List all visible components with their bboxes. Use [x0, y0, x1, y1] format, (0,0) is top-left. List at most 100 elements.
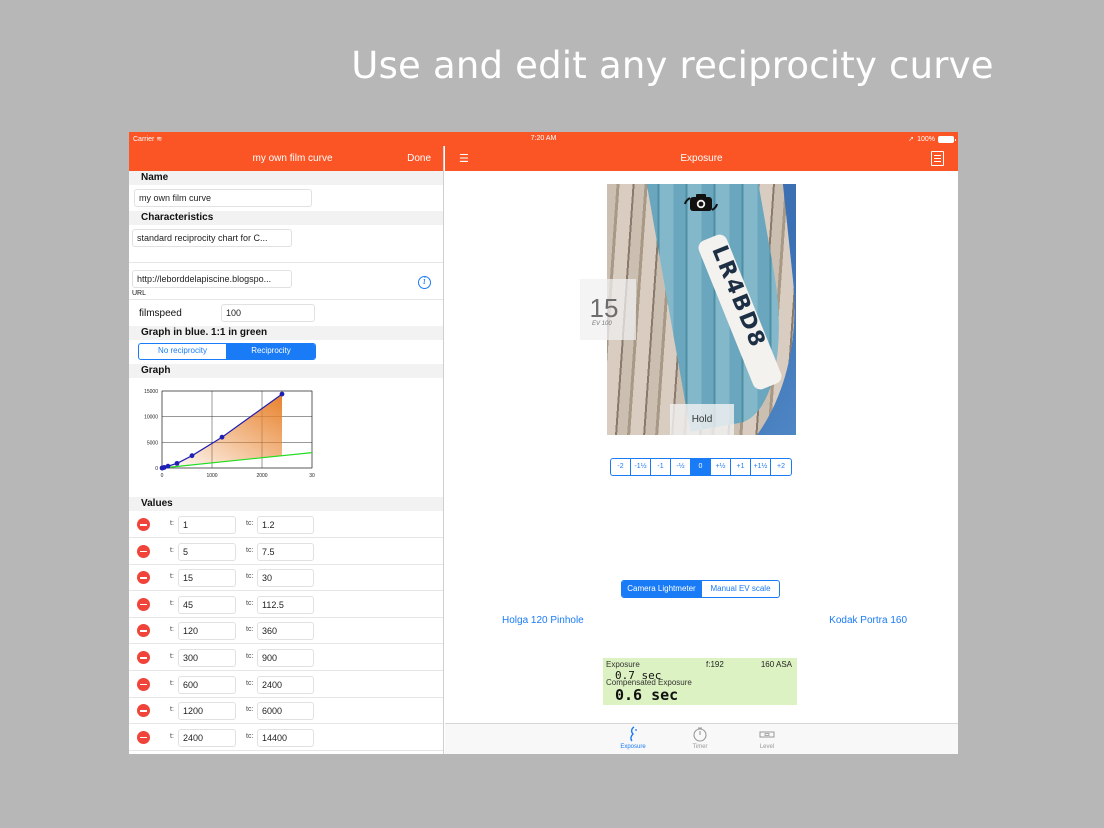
t-label: t:: [170, 599, 174, 607]
delete-row-icon[interactable]: [137, 704, 150, 718]
tc-field[interactable]: 360: [257, 622, 314, 641]
tc-field[interactable]: 900: [257, 649, 314, 667]
ev-step-option[interactable]: -1: [651, 459, 671, 475]
ev-step-option[interactable]: -2: [611, 459, 631, 475]
delete-row-icon[interactable]: [137, 730, 150, 744]
t-label: t:: [170, 653, 174, 660]
ev-step-option[interactable]: +2: [771, 459, 791, 475]
value-row: t: 5 tc: 7.5: [129, 538, 443, 565]
tab-level[interactable]: Level: [747, 726, 787, 750]
tc-field[interactable]: 112.5: [257, 595, 314, 614]
t-label: t:: [170, 732, 174, 740]
camera-selector[interactable]: Holga 120 Pinhole: [502, 615, 584, 626]
y-tick-label: 5000: [147, 440, 158, 446]
battery-indicator: ➚ 100%: [908, 135, 956, 143]
ev-step-option[interactable]: -½: [671, 459, 691, 475]
url-label: URL: [132, 290, 147, 297]
promo-headline: Use and edit any reciprocity curve: [351, 44, 994, 87]
t-field[interactable]: 600: [178, 675, 236, 694]
notes-icon[interactable]: [931, 151, 944, 166]
t-field[interactable]: 1200: [178, 702, 236, 721]
ev-step-option[interactable]: +½: [711, 459, 731, 475]
hold-button[interactable]: Hold: [670, 404, 734, 435]
t-field[interactable]: 2400: [178, 728, 236, 747]
ev-step-option[interactable]: 0: [691, 459, 711, 475]
name-field[interactable]: my own film curve: [134, 189, 312, 207]
exposure-label: Exposure: [606, 660, 640, 669]
t-field[interactable]: 5: [178, 542, 236, 561]
aperture-value: f:192: [706, 660, 724, 669]
battery-percent: 100%: [917, 135, 935, 143]
exposure-icon: [630, 726, 637, 742]
x-tick-label: 2000: [256, 473, 267, 479]
x-tick-label: 30: [309, 473, 315, 479]
characteristics-field[interactable]: standard reciprocity chart for C...: [132, 229, 292, 247]
y-tick-label: 0: [155, 466, 158, 472]
asa-value: 160 ASA: [760, 660, 792, 669]
ipad-screen: Carrier ≋ 7:20 AM ➚ 100% my own film cur…: [129, 132, 958, 754]
delete-row-icon[interactable]: [137, 597, 150, 611]
value-row: t: 15 tc: 30: [129, 564, 443, 592]
y-tick-label: 15000: [144, 389, 158, 395]
delete-row-icon[interactable]: [137, 624, 150, 638]
t-field[interactable]: 15: [178, 569, 236, 588]
tc-field[interactable]: 2400: [257, 675, 314, 694]
tc-label: tc:: [246, 679, 254, 687]
tab-timer-label: Timer: [692, 744, 708, 750]
delete-row-icon[interactable]: [137, 571, 150, 585]
ev-overlay: 15 EV 100: [580, 279, 636, 340]
t-field[interactable]: 1: [178, 516, 236, 534]
film-selector[interactable]: Kodak Portra 160: [829, 615, 907, 626]
t-field[interactable]: 300: [178, 649, 236, 667]
t-field[interactable]: 120: [178, 622, 236, 641]
meter-mode-segment: Camera Lightmeter Manual EV scale: [621, 580, 780, 598]
done-button[interactable]: Done: [407, 153, 431, 164]
info-icon[interactable]: i: [418, 276, 431, 289]
ev-subtitle: EV 100: [592, 321, 612, 327]
url-field[interactable]: http://leborddelapiscine.blogspo...: [132, 270, 292, 288]
data-point: [165, 463, 171, 469]
switch-camera-icon[interactable]: [683, 191, 719, 213]
tc-field[interactable]: 14400: [257, 728, 314, 747]
delete-row-icon[interactable]: [137, 677, 150, 691]
tc-field[interactable]: 1.2: [257, 516, 314, 534]
tab-bar: Exposure Timer Level: [445, 723, 958, 754]
graph-mode-row: No reciprocity Reciprocity: [129, 340, 443, 364]
tab-timer[interactable]: Timer: [680, 726, 720, 750]
values-list: t: 1 tc: 1.2 t: 5 tc: 7.5 t: 15 tc: 30 t: 45 tc: 112.5 t…: [129, 511, 443, 754]
status-bar: Carrier ≋ 7:20 AM ➚ 100%: [129, 132, 958, 146]
ev-step-option[interactable]: -1½: [631, 459, 651, 475]
filmspeed-row: filmspeed 100: [129, 300, 443, 326]
delete-row-icon[interactable]: [137, 518, 150, 531]
filmspeed-field[interactable]: 100: [221, 304, 315, 322]
reciprocity-chart: 0 5000 10000 15000 0 1000 2000 30: [144, 389, 315, 479]
tc-field[interactable]: 6000: [257, 702, 314, 721]
reciprocity-toggle: No reciprocity Reciprocity: [138, 343, 316, 360]
x-tick-label: 1000: [206, 473, 217, 479]
value-row: t: 120 tc: 360: [129, 617, 443, 645]
no-reciprocity-option[interactable]: No reciprocity: [139, 344, 227, 359]
value-row: t: 2400 tc: 14400: [129, 724, 443, 751]
characteristics-row: standard reciprocity chart for C...: [129, 225, 443, 263]
data-point: [189, 453, 195, 459]
ev-step-option[interactable]: +1: [731, 459, 751, 475]
tc-field[interactable]: 30: [257, 569, 314, 588]
tc-label: tc:: [246, 573, 254, 581]
manual-ev-option[interactable]: Manual EV scale: [702, 581, 779, 597]
ev-step-option[interactable]: +1½: [751, 459, 771, 475]
tc-label: tc:: [246, 653, 254, 660]
exposure-readout: Exposure f:192 160 ASA 0.7 sec Compensat…: [603, 658, 797, 705]
editor-title: my own film curve: [252, 153, 333, 164]
graph-header: Graph: [129, 364, 443, 378]
tab-exposure[interactable]: Exposure: [613, 726, 653, 750]
tab-exposure-label: Exposure: [620, 744, 646, 750]
t-label: t:: [170, 679, 174, 687]
reciprocity-option[interactable]: Reciprocity: [227, 344, 315, 359]
delete-row-icon[interactable]: [137, 651, 150, 664]
data-point: [219, 434, 225, 440]
camera-lightmeter-option[interactable]: Camera Lightmeter: [622, 581, 702, 597]
tc-field[interactable]: 7.5: [257, 542, 314, 561]
t-label: t:: [170, 573, 174, 581]
delete-row-icon[interactable]: [137, 544, 150, 558]
t-field[interactable]: 45: [178, 595, 236, 614]
